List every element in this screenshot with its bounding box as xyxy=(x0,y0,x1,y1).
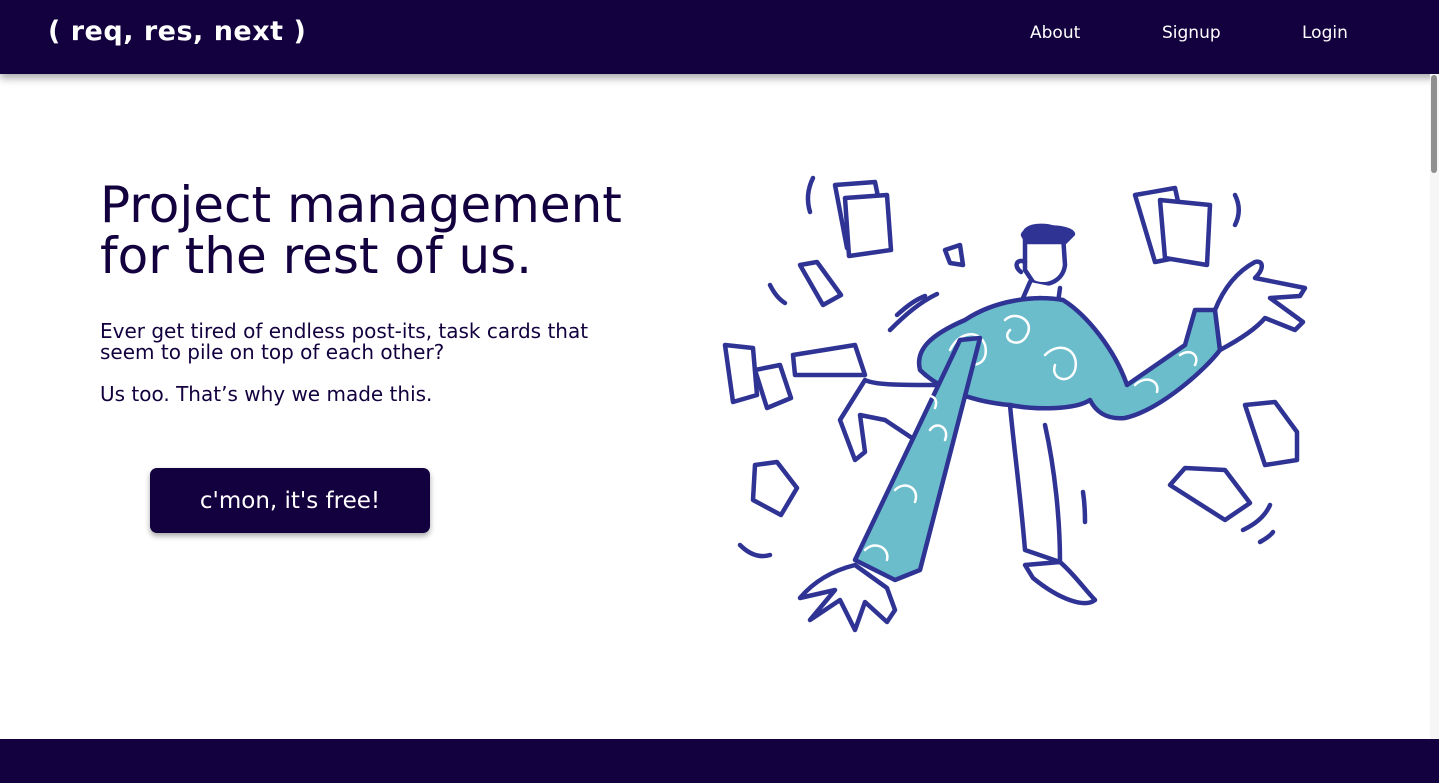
hero-tagline: Us too. That’s why we made this. xyxy=(100,382,433,406)
juggling-papers-illustration xyxy=(722,175,1308,633)
brand-logo[interactable]: ( req, res, next ) xyxy=(48,16,306,47)
hero-description: Ever get tired of endless post-its, task… xyxy=(100,319,589,364)
top-navbar: ( req, res, next ) About Signup Login xyxy=(0,0,1439,74)
hero-title: Project management for the rest of us. xyxy=(100,180,660,282)
footer-bar xyxy=(0,739,1439,783)
nav-link-login[interactable]: Login xyxy=(1302,23,1348,43)
cta-button[interactable]: c'mon, it's free! xyxy=(150,468,430,533)
hero-title-line-2: for the rest of us. xyxy=(100,227,533,285)
nav-link-signup[interactable]: Signup xyxy=(1162,23,1221,43)
scrollbar-track[interactable] xyxy=(1430,74,1439,739)
scrollbar-thumb[interactable] xyxy=(1431,75,1437,173)
nav-link-about[interactable]: About xyxy=(1030,23,1080,43)
hero-title-line-1: Project management xyxy=(100,176,622,234)
